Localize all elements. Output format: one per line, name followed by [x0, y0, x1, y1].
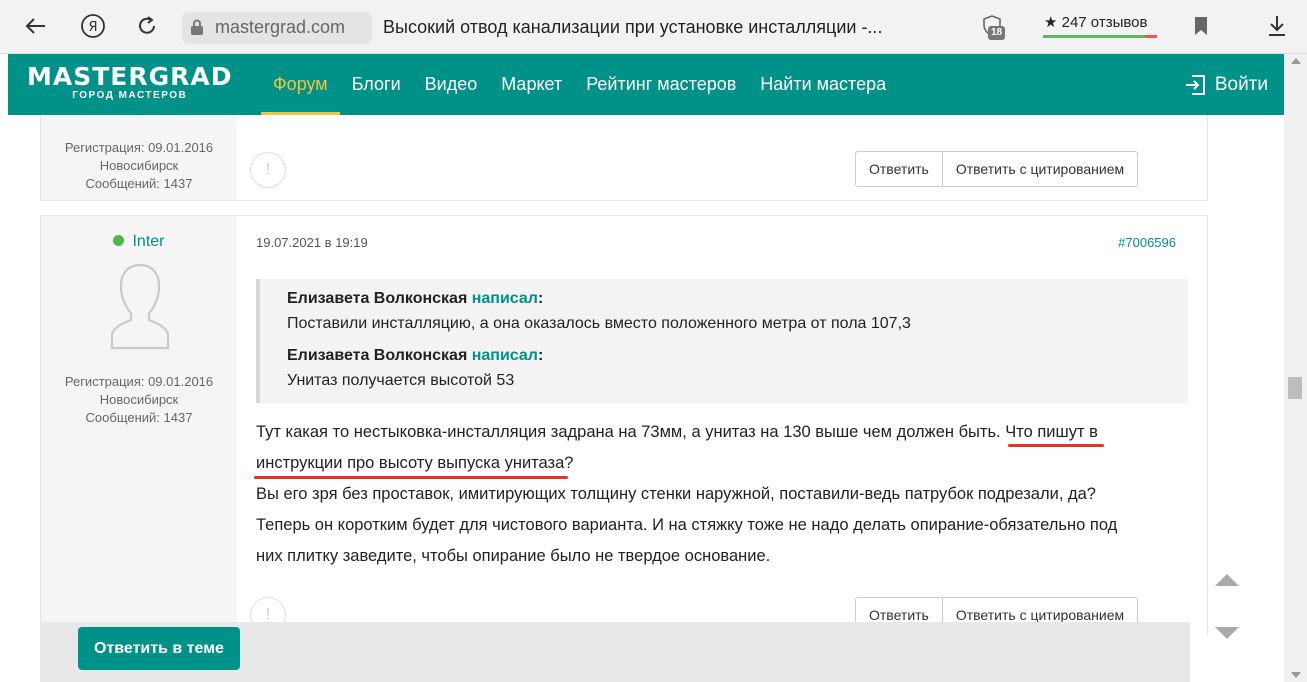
report-icon[interactable]: ! [250, 152, 286, 188]
online-status-icon [113, 235, 125, 246]
quote-colon: : [537, 347, 544, 364]
post-line: них плитку заведите, чтобы опирание было… [256, 547, 771, 565]
post-user-column: Inter Регистрация: 09.01.2016 Новосибирс… [41, 216, 237, 635]
quote-colon: : [537, 290, 544, 307]
site-logo[interactable]: MASTERGRAD ГОРОД МАСТЕРОВ [27, 62, 233, 102]
post-actions: Ответить Ответить с цитированием [855, 151, 1139, 187]
red-underline-annotation [254, 476, 569, 479]
address-domain[interactable]: mastergrad.com [215, 17, 345, 38]
post-text: Тут какая то нестыковка-инсталляция задр… [256, 423, 1006, 441]
browser-toolbar: Я mastergrad.com Высокий отвод канализац… [0, 0, 1307, 54]
reply-button[interactable]: Ответить [855, 151, 943, 187]
svg-text:Я: Я [88, 20, 97, 35]
user-registration: Регистрация: 09.01.2016 [64, 140, 214, 155]
nav-forum[interactable]: Форум [261, 54, 340, 115]
post-author[interactable]: Inter [41, 233, 237, 251]
reviews-count[interactable]: ★ 247 отзывов [1044, 13, 1147, 31]
post-text: инструкции про высоту выпуска унитаза [256, 454, 565, 472]
post-permalink[interactable]: #7006596 [1118, 235, 1176, 250]
post-line: Теперь он коротким будет для чистового в… [256, 516, 1118, 534]
user-messages: Сообщений: 1437 [85, 410, 193, 425]
scrollbar-down-icon[interactable] [1291, 672, 1301, 678]
post-text: ? [564, 454, 574, 472]
forum-post-previous: Регистрация: 09.01.2016 Новосибирск Сооб… [40, 115, 1208, 201]
highlighted-text: Что пишут в [1005, 423, 1104, 447]
quote-block: Елизавета Волконская написал: Унитаз пол… [287, 346, 1188, 392]
scroll-down-icon[interactable] [1214, 626, 1240, 645]
reply-in-thread-button[interactable]: Ответить в теме [78, 627, 240, 670]
scrollbar-thumb[interactable] [1288, 377, 1302, 399]
post-body: Тут какая то нестыковка-инсталляция задр… [254, 417, 1196, 572]
login-label: Войти [1214, 73, 1268, 95]
reviews-rating-bar [1043, 35, 1157, 38]
reload-icon[interactable] [133, 12, 161, 40]
user-registration: Регистрация: 09.01.2016 [64, 374, 214, 389]
login-icon [1185, 74, 1205, 95]
post-author-name: Inter [132, 233, 165, 250]
site-header: MASTERGRAD ГОРОД МАСТЕРОВ Форум Блоги Ви… [8, 54, 1284, 115]
red-underline-annotation [1008, 444, 1104, 447]
post-line: инструкции про высоту выпуска унитаза? [254, 448, 1196, 479]
nav-find-master[interactable]: Найти мастера [748, 54, 898, 115]
post-date: 19.07.2021 в 19:19 [256, 235, 368, 250]
post-quote: Елизавета Волконская написал: Поставили … [256, 279, 1188, 403]
quote-wrote-link[interactable]: написал [472, 347, 538, 364]
shield-count-badge: 18 [988, 26, 1006, 40]
logo-text: MASTERGRAD [27, 62, 233, 91]
quote-author[interactable]: Елизавета Волконская [287, 290, 467, 307]
post-line: Вы его зря без проставок, имитирующих то… [256, 485, 1096, 503]
sticky-reply-bar: Ответить в теме [40, 622, 1190, 682]
quote-author[interactable]: Елизавета Волконская [287, 347, 467, 364]
user-messages: Сообщений: 1437 [85, 176, 193, 191]
nav-market[interactable]: Маркет [489, 54, 574, 115]
nav-video[interactable]: Видео [413, 54, 490, 115]
quote-text: Унитаз получается высотой 53 [287, 372, 515, 389]
user-city: Новосибирск [99, 392, 179, 407]
login-button[interactable]: Войти [1183, 54, 1268, 115]
nav-blogs[interactable]: Блоги [340, 54, 413, 115]
forum-post: Inter Регистрация: 09.01.2016 Новосибирс… [40, 215, 1208, 635]
post-user-column: Регистрация: 09.01.2016 Новосибирск Сооб… [41, 115, 237, 200]
yandex-icon[interactable]: Я [79, 12, 107, 40]
quote-text: Поставили инсталляцию, а она оказалось в… [287, 315, 911, 332]
post-text: Что пишут в [1005, 423, 1098, 441]
address-page-title[interactable]: Высокий отвод канализации при установке … [383, 17, 882, 38]
post-line: Тут какая то нестыковка-инсталляция задр… [256, 417, 1196, 448]
quote-block: Елизавета Волконская написал: Поставили … [287, 289, 1188, 335]
bookmark-icon[interactable] [1193, 16, 1209, 41]
main-nav: Форум Блоги Видео Маркет Рейтинг мастеро… [261, 54, 898, 115]
scroll-up-icon[interactable] [1214, 573, 1240, 592]
download-icon[interactable] [1266, 14, 1288, 43]
highlighted-text: инструкции про высоту выпуска унитаза [254, 454, 569, 479]
back-arrow-icon[interactable] [22, 12, 50, 40]
scrollbar-up-icon[interactable] [1291, 58, 1301, 64]
logo-tagline: ГОРОД МАСТЕРОВ [72, 90, 188, 101]
lock-icon [190, 19, 204, 41]
nav-masters-rating[interactable]: Рейтинг мастеров [574, 54, 748, 115]
reply-quote-button[interactable]: Ответить с цитированием [942, 151, 1139, 187]
user-city: Новосибирск [99, 158, 179, 173]
avatar[interactable] [109, 262, 171, 355]
quote-wrote-link[interactable]: написал [472, 290, 538, 307]
scrollbar[interactable] [1284, 54, 1307, 682]
